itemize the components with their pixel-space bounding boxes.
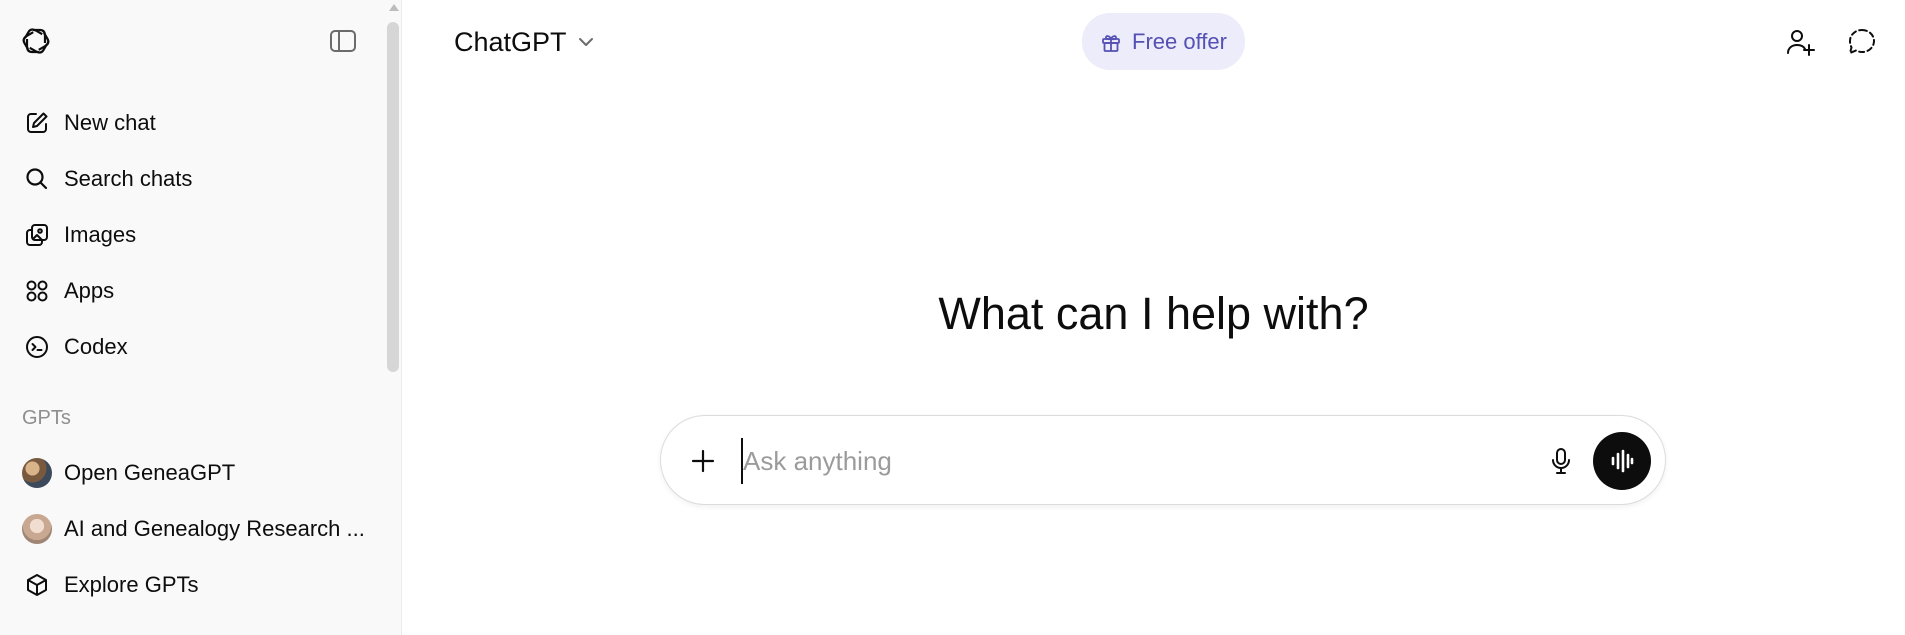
free-offer-label: Free offer	[1132, 28, 1227, 54]
sidebar-item-search-chats[interactable]: Search chats	[8, 155, 378, 203]
sidebar-item-label: AI and Genealogy Research ...	[64, 516, 365, 541]
sidebar-item-images[interactable]: Images	[8, 211, 378, 259]
temporary-chat-icon	[1848, 28, 1876, 55]
scroll-up-arrow[interactable]	[389, 4, 399, 11]
toggle-sidebar-button[interactable]	[328, 26, 358, 56]
composer	[660, 415, 1666, 505]
sidebar-item-label: Search chats	[64, 166, 193, 191]
plus-icon	[691, 449, 715, 473]
sidebar-scrollbar[interactable]	[386, 0, 400, 635]
new-chat-icon	[22, 108, 52, 138]
images-icon	[22, 220, 52, 250]
temporary-chat-button[interactable]	[1842, 22, 1882, 62]
model-selector-button[interactable]: ChatGPT	[448, 20, 601, 64]
avatar	[22, 458, 52, 488]
sidebar-toggle-icon	[330, 30, 356, 52]
search-icon	[22, 164, 52, 194]
sidebar-item-label: Apps	[64, 278, 115, 303]
gpts-section-label: GPTs	[22, 407, 71, 429]
chevron-down-icon	[578, 38, 593, 46]
page-title: What can I help with?	[938, 288, 1369, 339]
sidebar-item-label: Codex	[64, 334, 128, 359]
sidebar-header	[0, 0, 402, 82]
prompt-input[interactable]	[741, 438, 1481, 484]
dictate-button[interactable]	[1541, 441, 1581, 481]
microphone-icon	[1552, 448, 1570, 474]
sidebar-item-apps[interactable]: Apps	[8, 267, 378, 315]
gift-icon	[1102, 34, 1120, 52]
model-name: ChatGPT	[454, 26, 567, 57]
main-area: ChatGPT Free offer What can I help with?	[402, 0, 1905, 635]
sidebar-item-open-geneagpt[interactable]: Open GeneaGPT	[8, 449, 378, 497]
add-user-icon	[1787, 30, 1815, 56]
sidebar-item-codex[interactable]: Codex	[8, 323, 378, 371]
codex-icon	[22, 332, 52, 362]
explore-icon	[22, 570, 52, 600]
sidebar-item-label: Images	[64, 222, 137, 247]
scroll-thumb[interactable]	[387, 22, 399, 372]
add-people-button[interactable]	[1780, 22, 1820, 62]
voice-waveform-icon	[1611, 449, 1634, 473]
sidebar-item-label: New chat	[64, 110, 156, 135]
sidebar: New chat Search chats Images Apps Codex …	[0, 0, 402, 635]
voice-mode-button[interactable]	[1593, 432, 1651, 490]
free-offer-button[interactable]: Free offer	[1082, 13, 1245, 70]
sidebar-item-ai-genealogy-research[interactable]: AI and Genealogy Research ...	[8, 505, 378, 553]
apps-icon	[22, 276, 52, 306]
sidebar-item-label: Explore GPTs	[64, 572, 199, 597]
sidebar-item-explore-gpts[interactable]: Explore GPTs	[8, 561, 378, 609]
add-attachment-button[interactable]	[683, 441, 723, 481]
sidebar-item-label: Open GeneaGPT	[64, 460, 236, 485]
openai-logo-icon[interactable]	[20, 25, 52, 57]
sidebar-item-new-chat[interactable]: New chat	[8, 99, 378, 147]
avatar	[22, 514, 52, 544]
